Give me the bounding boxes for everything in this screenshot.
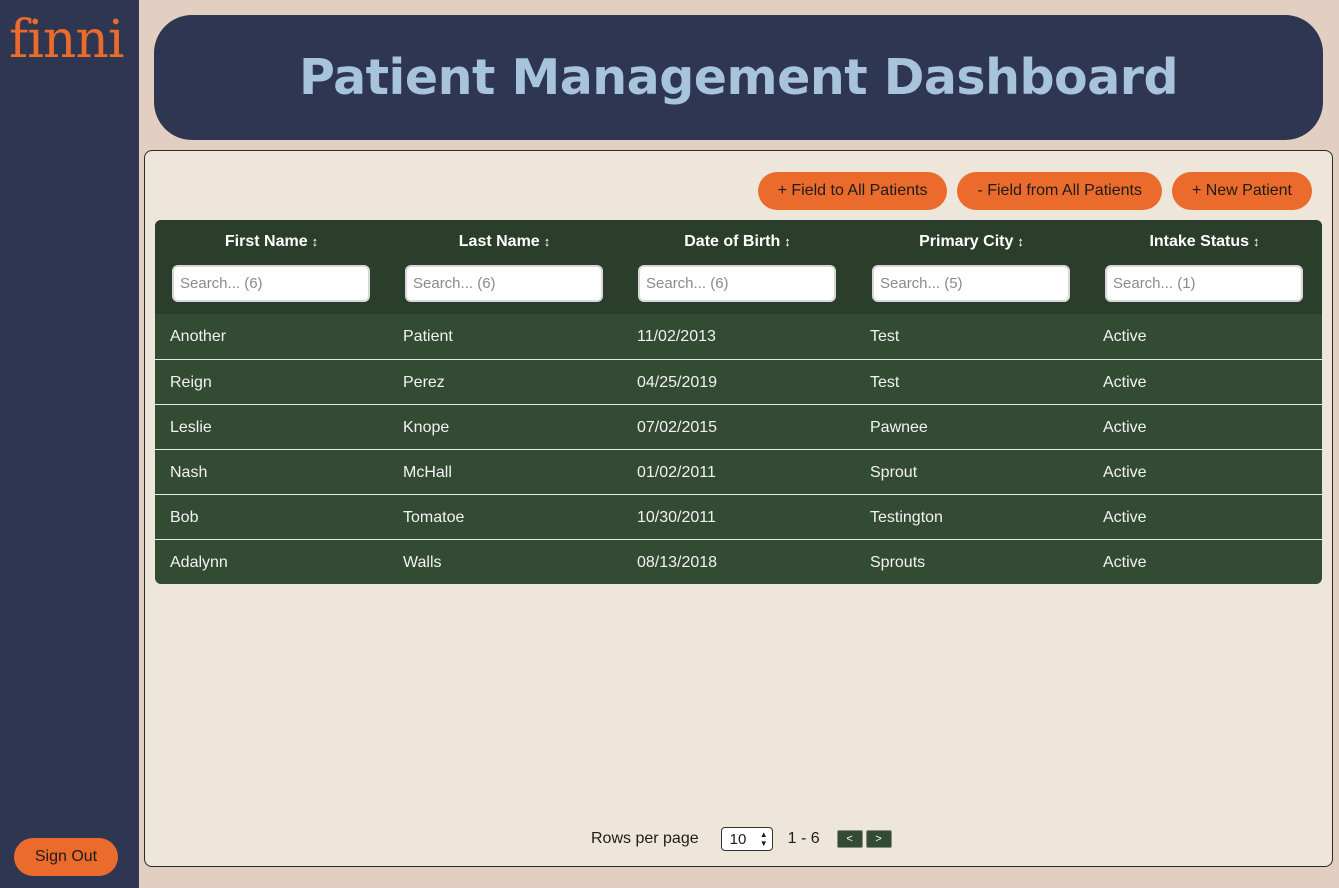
cell-intake-status: Active	[1103, 328, 1147, 345]
cell-last-name: Patient	[403, 328, 453, 345]
patient-table: First Name↕ Last Name↕ Date of Birth↕ Pr…	[155, 220, 1322, 584]
remove-field-all-patients-button[interactable]: - Field from All Patients	[957, 172, 1162, 210]
table-row[interactable]: Nash McHall 01/02/2011 Sprout Active	[155, 449, 1322, 494]
cell-date-of-birth: 07/02/2015	[637, 419, 718, 436]
column-date-of-birth: Date of Birth ↕	[621, 220, 854, 314]
page-header: Patient Management Dashboard	[154, 15, 1323, 140]
column-label: Date of Birth	[684, 233, 781, 250]
cell-primary-city: Sprouts	[870, 554, 926, 571]
sort-icon[interactable]: ↕	[312, 234, 319, 249]
rows-per-page-label: Rows per page	[591, 830, 699, 847]
rows-per-page-value: 10	[729, 830, 747, 848]
select-arrows-icon: ▲ ▼	[759, 830, 768, 848]
cell-primary-city: Testington	[870, 509, 943, 526]
table-row[interactable]: Adalynn Walls 08/13/2018 Sprouts Active	[155, 539, 1322, 584]
column-primary-city: Primary City ↕	[855, 220, 1088, 314]
cell-primary-city: Pawnee	[870, 419, 928, 436]
page-title: Patient Management Dashboard	[298, 49, 1179, 106]
table-row[interactable]: Another Patient 11/02/2013 Test Active	[155, 314, 1322, 359]
table-row[interactable]: Bob Tomatoe 10/30/2011 Testington Active	[155, 494, 1322, 539]
sort-icon[interactable]: ↕	[544, 234, 551, 249]
finni-logo: finni	[9, 10, 124, 70]
column-label: Primary City	[919, 233, 1014, 250]
cell-first-name: Adalynn	[170, 554, 228, 571]
sidebar: finni Sign Out	[0, 0, 139, 888]
previous-page-button[interactable]: <	[836, 830, 863, 848]
search-input-intake-status[interactable]	[1105, 265, 1303, 302]
rows-per-page-select[interactable]: 10 ▲ ▼	[720, 827, 773, 851]
column-intake-status: Intake Status ↕	[1088, 220, 1321, 314]
cell-first-name: Leslie	[170, 419, 212, 436]
table-header: First Name↕ Last Name↕ Date of Birth↕ Pr…	[155, 220, 1322, 314]
cell-intake-status: Active	[1103, 554, 1147, 571]
column-label: First Name	[224, 233, 308, 250]
pagination: Rows per page 10 ▲ ▼ 1 - 6 < >	[591, 827, 892, 851]
page-range: 1 - 6	[787, 830, 820, 847]
cell-last-name: Knope	[403, 419, 450, 436]
column-header-first-name[interactable]: First Name ↕	[155, 233, 388, 251]
cell-date-of-birth: 11/02/2013	[637, 328, 716, 345]
cell-primary-city: Test	[870, 374, 900, 391]
cell-intake-status: Active	[1103, 419, 1147, 436]
sort-icon[interactable]: ↕	[1253, 234, 1260, 249]
cell-intake-status: Active	[1103, 464, 1147, 481]
cell-last-name: Walls	[403, 554, 442, 571]
patient-panel: + Field to All Patients - Field from All…	[144, 150, 1333, 867]
cell-primary-city: Test	[870, 328, 900, 345]
column-last-name: Last Name ↕	[388, 220, 621, 314]
cell-date-of-birth: 08/13/2018	[637, 554, 718, 571]
cell-primary-city: Sprout	[870, 464, 918, 481]
cell-last-name: McHall	[403, 464, 452, 481]
cell-intake-status: Active	[1103, 374, 1147, 391]
column-header-primary-city[interactable]: Primary City ↕	[855, 233, 1088, 251]
cell-first-name: Nash	[170, 464, 208, 481]
search-input-first-name[interactable]	[172, 265, 370, 302]
cell-first-name: Another	[170, 328, 227, 345]
cell-last-name: Perez	[403, 374, 445, 391]
column-header-intake-status[interactable]: Intake Status ↕	[1088, 233, 1321, 251]
table-row[interactable]: Leslie Knope 07/02/2015 Pawnee Active	[155, 404, 1322, 449]
cell-first-name: Reign	[170, 374, 212, 391]
cell-date-of-birth: 04/25/2019	[637, 374, 718, 391]
add-field-all-patients-button[interactable]: + Field to All Patients	[757, 172, 948, 210]
sign-out-button[interactable]: Sign Out	[14, 838, 118, 876]
cell-date-of-birth: 01/02/2011	[637, 464, 716, 481]
new-patient-button[interactable]: + New Patient	[1171, 172, 1312, 210]
sort-icon[interactable]: ↕	[1017, 234, 1024, 249]
cell-date-of-birth: 10/30/2011	[637, 509, 716, 526]
column-first-name: First Name ↕	[155, 220, 388, 314]
table-body: Another Patient 11/02/2013 Test Active R…	[155, 314, 1322, 584]
search-input-last-name[interactable]	[405, 265, 603, 302]
cell-last-name: Tomatoe	[403, 509, 465, 526]
column-label: Last Name	[458, 233, 540, 250]
search-input-primary-city[interactable]	[872, 265, 1070, 302]
toolbar: + Field to All Patients - Field from All…	[757, 172, 1312, 210]
next-page-button[interactable]: >	[865, 830, 892, 848]
column-header-last-name[interactable]: Last Name ↕	[388, 233, 621, 251]
cell-first-name: Bob	[170, 509, 199, 526]
sort-icon[interactable]: ↕	[784, 234, 791, 249]
cell-intake-status: Active	[1103, 509, 1147, 526]
column-label: Intake Status	[1149, 233, 1250, 250]
column-header-date-of-birth[interactable]: Date of Birth ↕	[621, 233, 854, 251]
search-input-date-of-birth[interactable]	[638, 265, 836, 302]
table-row[interactable]: Reign Perez 04/25/2019 Test Active	[155, 359, 1322, 404]
